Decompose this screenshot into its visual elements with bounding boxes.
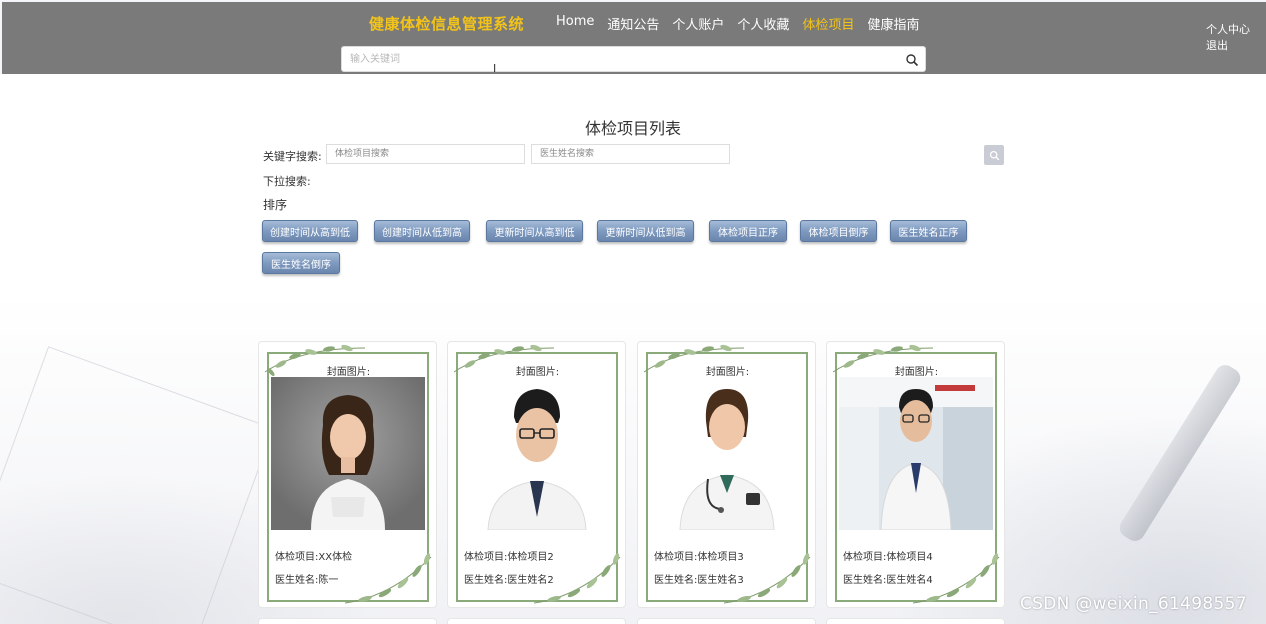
nav-item-health-guide[interactable]: 健康指南 — [867, 14, 926, 42]
doctor-name: 医生姓名:陈一 — [275, 575, 339, 586]
project-search-input[interactable] — [326, 144, 525, 164]
project-card-partial[interactable] — [826, 618, 1005, 624]
sort-created-asc-button[interactable]: 创建时间从低到高 — [374, 220, 470, 242]
sort-project-desc-button[interactable]: 体检项目倒序 — [800, 220, 877, 242]
project-card[interactable]: 封面图片: 体检项目:体检项目4 医生姓名:医生姓名4 — [826, 341, 1005, 608]
sort-created-desc-button[interactable]: 创建时间从高到低 — [262, 220, 358, 242]
cover-image[interactable] — [271, 377, 425, 530]
cover-image[interactable] — [460, 377, 614, 530]
project-card[interactable]: 封面图片: 体检项目:XX体检 医生姓名:陈一 — [258, 341, 437, 608]
search-icon — [989, 150, 999, 160]
nav-item-notices[interactable]: 通知公告 — [607, 14, 666, 42]
nav-item-account[interactable]: 个人账户 — [672, 14, 731, 42]
project-card-partial[interactable] — [637, 618, 816, 624]
watermark: CSDN @weixin_61498557 — [1020, 594, 1247, 614]
project-card-partial[interactable] — [447, 618, 626, 624]
cover-image-label: 封面图片: — [705, 367, 750, 378]
logout-link[interactable]: 退出 — [1206, 38, 1250, 54]
sort-updated-asc-button[interactable]: 更新时间从低到高 — [597, 220, 694, 242]
doctor-name: 医生姓名:医生姓名2 — [464, 575, 554, 586]
top-navigation-bar: 健康体检信息管理系统 Home 通知公告 个人账户 个人收藏 体检项目 健康指南… — [2, 2, 1266, 74]
site-brand[interactable]: 健康体检信息管理系统 — [369, 13, 524, 34]
user-links: 个人中心 退出 — [1206, 22, 1250, 54]
doctor-name: 医生姓名:医生姓名4 — [843, 575, 933, 586]
project-name: 体检项目:体检项目3 — [654, 552, 744, 563]
global-search-input[interactable] — [342, 47, 882, 72]
page-title: 体检项目列表 — [584, 119, 681, 138]
sort-project-asc-button[interactable]: 体检项目正序 — [709, 220, 787, 242]
dropdown-search-label: 下拉搜索: — [263, 175, 311, 188]
sort-doctor-desc-button[interactable]: 医生姓名倒序 — [262, 252, 340, 274]
global-search-box — [341, 46, 926, 72]
project-card[interactable]: 封面图片: 体检项目:体检项目3 医生姓名:医生姓名3 — [637, 341, 816, 608]
project-name: 体检项目:XX体检 — [275, 552, 353, 563]
cover-image-label: 封面图片: — [326, 367, 371, 378]
cover-image[interactable] — [839, 377, 993, 530]
project-card-partial[interactable] — [258, 618, 437, 624]
nav-item-home[interactable]: Home — [556, 14, 601, 42]
cover-image-label: 封面图片: — [515, 367, 560, 378]
project-name: 体检项目:体检项目4 — [843, 552, 933, 563]
sort-heading: 排序 — [263, 198, 288, 212]
text-cursor-icon: I — [493, 62, 497, 75]
cover-image[interactable] — [650, 377, 804, 530]
keyword-search-label: 关键字搜索: — [263, 150, 322, 163]
filter-search-button[interactable] — [984, 145, 1004, 165]
doctor-search-input[interactable] — [531, 144, 730, 164]
leaf-decoration — [344, 553, 432, 604]
search-icon[interactable] — [905, 52, 919, 67]
project-card[interactable]: 封面图片: 体检项目:体检项目2 医生姓名:医生姓名2 — [447, 341, 626, 608]
nav-item-checkup-projects[interactable]: 体检项目 — [802, 14, 861, 50]
nav-item-favorites[interactable]: 个人收藏 — [737, 14, 796, 42]
sort-doctor-asc-button[interactable]: 医生姓名正序 — [890, 220, 967, 242]
main-nav: Home 通知公告 个人账户 个人收藏 体检项目 健康指南 — [556, 14, 932, 50]
sort-updated-desc-button[interactable]: 更新时间从高到低 — [486, 220, 583, 242]
project-name: 体检项目:体检项目2 — [464, 552, 554, 563]
cover-image-label: 封面图片: — [894, 367, 939, 378]
doctor-name: 医生姓名:医生姓名3 — [654, 575, 744, 586]
user-center-link[interactable]: 个人中心 — [1206, 22, 1250, 38]
